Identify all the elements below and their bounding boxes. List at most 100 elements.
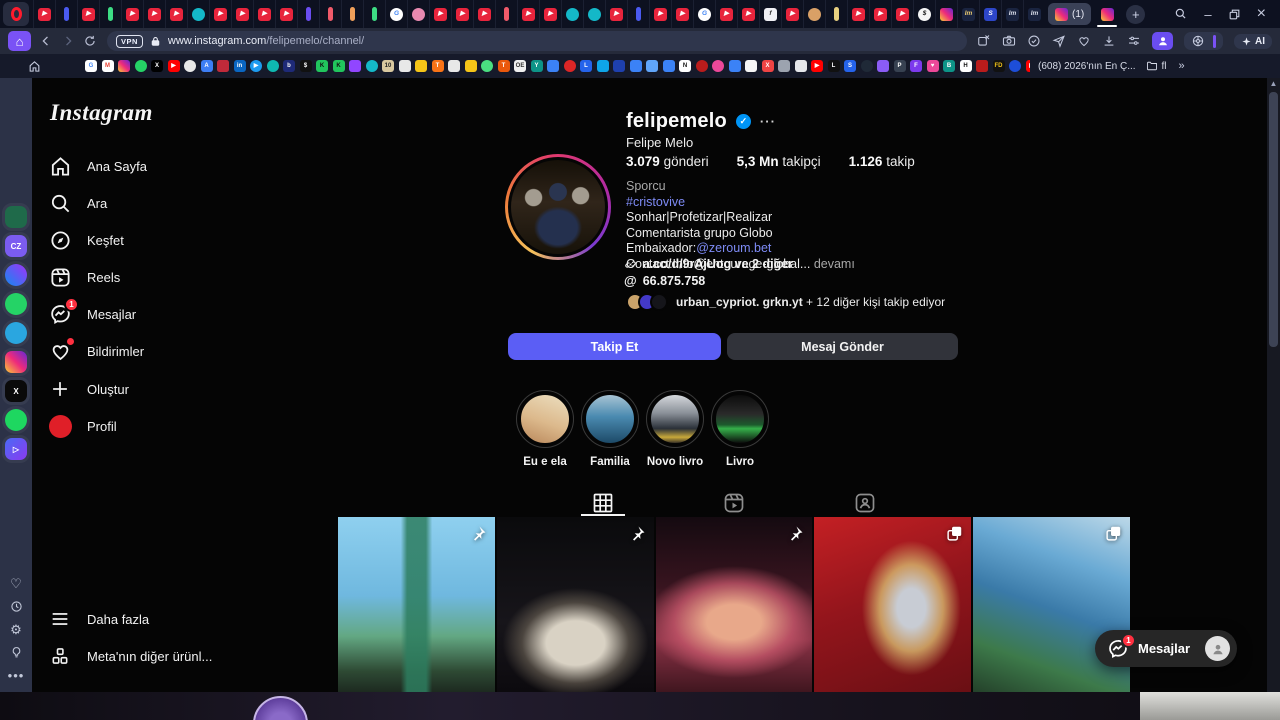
bookmark-favicon[interactable] (217, 60, 229, 72)
check-circle-icon[interactable] (1027, 34, 1041, 48)
browser-tab[interactable]: ▶ (715, 0, 737, 28)
close-button[interactable]: × (1257, 6, 1266, 22)
sidebar-app-icon[interactable] (2, 290, 30, 318)
mention-link[interactable]: @zeroum.bet (696, 241, 771, 255)
browser-tab[interactable]: ▶ (429, 0, 451, 28)
browser-tab[interactable]: ▶ (671, 0, 693, 28)
likes-icon[interactable]: ♡ (10, 577, 22, 590)
browser-tab[interactable] (187, 0, 209, 28)
new-tab-button[interactable]: + (1126, 4, 1146, 24)
bookmark-favicon[interactable] (547, 60, 559, 72)
page-scrollbar[interactable]: ▲ (1267, 78, 1280, 692)
bookmark-favicon[interactable]: Y (530, 60, 543, 72)
sidebar-item-profile[interactable]: Profil (48, 414, 117, 438)
reload-button[interactable] (83, 34, 97, 48)
browser-tab[interactable]: G (385, 0, 407, 28)
browser-tab[interactable] (363, 0, 385, 28)
sidebar-item-home[interactable]: Ana Sayfa (48, 154, 147, 178)
bookmark-folder[interactable]: fl (1146, 60, 1167, 72)
sidebar-item-create[interactable]: Oluştur (48, 377, 129, 401)
sidebar-item-reels[interactable]: Reels (48, 265, 120, 289)
sidebar-app-icon[interactable]: X (2, 377, 30, 405)
bookmark-favicon[interactable] (629, 60, 642, 72)
instagram-logo[interactable]: Instagram (50, 100, 153, 126)
address-bar[interactable]: VPN www.instagram.com/felipemelo/channel… (107, 31, 967, 51)
bookmark-favicon[interactable] (976, 60, 988, 72)
stat-followers[interactable]: 5,3 Mn takipçi (737, 154, 821, 169)
followed-by-row[interactable]: urban_cypriot. grkn.yt + 12 diğer kişi t… (626, 293, 945, 311)
bookmark-favicon[interactable]: in (233, 60, 246, 72)
follow-button[interactable]: Takip Et (508, 333, 721, 360)
bookmark-favicon[interactable]: ▶ (250, 60, 262, 72)
scrollbar-thumb[interactable] (1269, 92, 1278, 347)
bookmark-favicon[interactable] (398, 60, 411, 72)
send-icon[interactable] (1052, 34, 1066, 48)
browser-tab[interactable] (407, 0, 429, 28)
stat-following[interactable]: 1.126 takip (849, 154, 915, 169)
threads-row[interactable]: @ 66.875.758 (624, 273, 705, 288)
browser-tab[interactable]: Im (1001, 0, 1023, 28)
browser-tab[interactable]: ▶ (231, 0, 253, 28)
bookmark-favicon[interactable] (794, 60, 807, 72)
history-icon[interactable] (10, 600, 23, 613)
bookmark-favicon[interactable]: FD (992, 60, 1005, 72)
browser-tab[interactable]: ▶ (891, 0, 913, 28)
bookmark-favicon[interactable] (184, 60, 196, 72)
browser-tab[interactable]: ▶ (77, 0, 99, 28)
bookmark-favicon[interactable]: L (827, 60, 840, 72)
browser-tab[interactable]: ▶ (121, 0, 143, 28)
tab-posts-grid-icon[interactable] (591, 491, 615, 515)
bookmark-favicon[interactable] (464, 60, 477, 72)
bookmark-favicon[interactable] (349, 60, 361, 72)
tab-tagged-icon[interactable] (853, 491, 877, 515)
bookmark-favicon[interactable]: A (200, 60, 213, 72)
active-tab-instagram[interactable]: (1) (1048, 3, 1092, 25)
sidebar-app-icon[interactable]: ▷ (2, 435, 30, 463)
browser-tab[interactable] (825, 0, 847, 28)
highlight-livro[interactable]: Livro (711, 390, 769, 468)
settings-gear-icon[interactable]: ⚙ (10, 623, 22, 636)
profile-button[interactable] (1152, 32, 1173, 50)
more-options-icon[interactable]: ••• (8, 669, 25, 682)
bookmark-favicon[interactable]: b (283, 60, 295, 72)
browser-tab[interactable]: ▶ (451, 0, 473, 28)
bookmark-favicon[interactable]: ▶ (167, 60, 180, 72)
sidebar-app-icon[interactable] (2, 203, 30, 231)
bookmark-favicon[interactable] (596, 60, 609, 72)
bookmark-favicon[interactable] (712, 60, 724, 72)
sidebar-app-icon[interactable] (2, 406, 30, 434)
browser-tab[interactable]: ▶ (275, 0, 297, 28)
back-button[interactable] (39, 34, 53, 48)
bookmark-text-item[interactable]: (608) 2026'nın En Ç... (1038, 61, 1136, 72)
tab-search-icon[interactable] (1174, 7, 1188, 21)
bookmark-favicon[interactable] (745, 60, 757, 72)
bookmark-favicon[interactable]: X (761, 60, 774, 72)
pinned-tab-instagram[interactable] (1094, 0, 1120, 28)
bookmark-favicon[interactable] (1009, 60, 1021, 72)
browser-tab[interactable]: f (759, 0, 781, 28)
browser-tab[interactable] (495, 0, 517, 28)
heart-icon[interactable] (1077, 34, 1091, 48)
bookmark-favicon[interactable]: K (316, 60, 328, 72)
browser-tab[interactable]: ▶ (253, 0, 275, 28)
browser-tab[interactable]: ▶ (143, 0, 165, 28)
bookmark-favicon[interactable]: ▶ (811, 60, 823, 72)
browser-tab[interactable] (583, 0, 605, 28)
opera-menu-button[interactable] (3, 2, 29, 26)
bookmark-favicon[interactable]: S (844, 60, 856, 72)
bookmark-favicon[interactable] (134, 60, 147, 72)
browser-tab[interactable] (319, 0, 341, 28)
bookmark-favicon[interactable] (415, 60, 427, 72)
bookmark-favicon[interactable] (646, 60, 658, 72)
restore-button[interactable] (1228, 8, 1241, 21)
browser-tab[interactable]: ▶ (33, 0, 55, 28)
sidebar-app-icon[interactable] (2, 261, 30, 289)
browser-tab[interactable]: ▶ (165, 0, 187, 28)
bookmark-favicon[interactable] (662, 60, 675, 72)
browser-tab[interactable]: ▶ (781, 0, 803, 28)
bookmark-favicon[interactable]: T (497, 60, 510, 72)
sidebar-app-icon[interactable] (2, 348, 30, 376)
browser-tab[interactable]: S (979, 0, 1001, 28)
post-thumbnail[interactable] (655, 517, 813, 692)
sidebar-item-meta-products[interactable]: Meta'nın diğer ürünl... (48, 644, 212, 668)
